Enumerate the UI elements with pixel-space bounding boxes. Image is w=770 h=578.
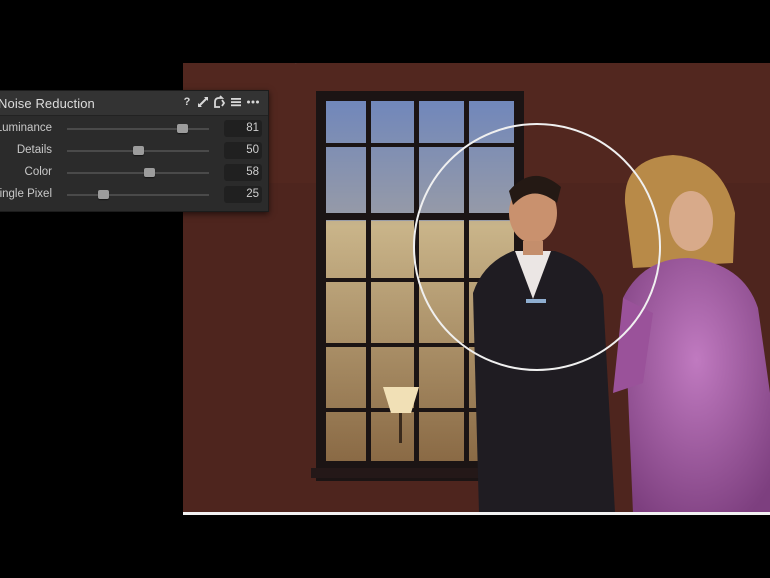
slider-thumb[interactable] [97,190,109,199]
help-icon[interactable]: ? [180,95,194,109]
slider-label: Color [24,166,52,178]
photo-border [183,512,770,515]
slider-row-color: Color 58 [0,163,268,183]
slider-row-luminance: Luminance 81 [0,119,268,139]
panel-header: Noise Reduction ? [0,91,268,116]
slider-label: Luminance [0,122,52,134]
slider-label: Details [16,144,52,156]
slider-row-details: Details 50 [0,141,268,161]
slider-value-field[interactable]: 81 [224,120,262,137]
slider-value-field[interactable]: 50 [224,142,262,159]
noise-reduction-panel: Noise Reduction ? Luminance 81 Details 5… [0,90,269,212]
slider-thumb[interactable] [177,124,189,133]
more-icon[interactable] [246,95,260,109]
slider-track[interactable] [67,168,209,177]
slider-thumb[interactable] [133,146,144,155]
slider-track[interactable] [67,146,209,155]
list-icon[interactable] [229,95,243,109]
slider-track[interactable] [67,124,209,133]
slider-track[interactable] [67,190,209,199]
slider-row-single-pixel: Single Pixel 25 [0,185,268,205]
slider-value-field[interactable]: 58 [224,164,262,181]
app-stage: Noise Reduction ? Luminance 81 Details 5… [0,0,770,578]
slider-value-field[interactable]: 25 [224,186,262,203]
photo-canvas [183,63,770,513]
reset-icon[interactable] [212,95,226,109]
panel-title: Noise Reduction [0,96,95,111]
expand-icon[interactable] [196,95,210,109]
slider-label: Single Pixel [0,188,52,200]
slider-thumb[interactable] [144,168,156,177]
photo-preview[interactable] [183,63,770,513]
